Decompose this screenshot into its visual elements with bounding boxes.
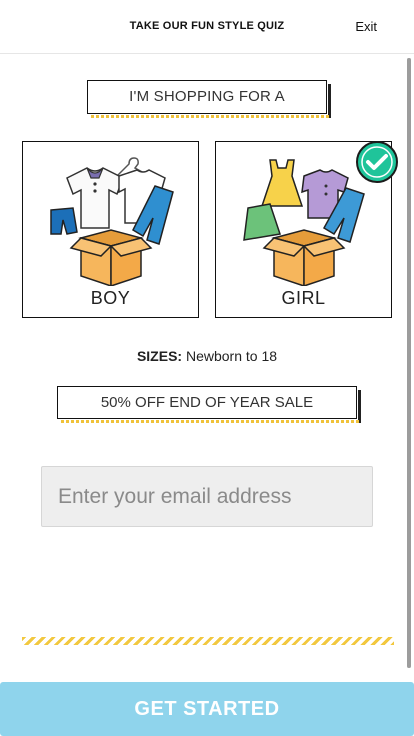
sizes-info: SIZES: Newborn to 18 — [0, 348, 414, 364]
shopping-for-label: I'M SHOPPING FOR A — [87, 80, 331, 118]
choice-label-boy: BOY — [90, 288, 131, 308]
choice-label-girl: GIRL — [281, 288, 326, 308]
sizes-value: Newborn to 18 — [182, 348, 278, 364]
selected-check-icon — [356, 141, 398, 183]
page-title: TAKE OUR FUN STYLE QUIZ — [129, 20, 285, 32]
choice-card-girl[interactable]: GIRL — [215, 141, 398, 318]
quiz-header: TAKE OUR FUN STYLE QUIZ Exit — [0, 0, 414, 54]
sale-banner: 50% OFF END OF YEAR SALE — [57, 386, 361, 423]
boy-clothes-box-icon — [50, 157, 174, 286]
get-started-button[interactable]: GET STARTED — [0, 682, 414, 736]
sizes-label: SIZES: — [136, 348, 183, 364]
decorative-divider — [22, 637, 394, 645]
choice-card-boy[interactable]: BOY — [22, 141, 199, 318]
email-input[interactable] — [41, 466, 373, 527]
girl-clothes-box-icon — [243, 159, 365, 286]
exit-link[interactable]: Exit — [355, 19, 377, 34]
